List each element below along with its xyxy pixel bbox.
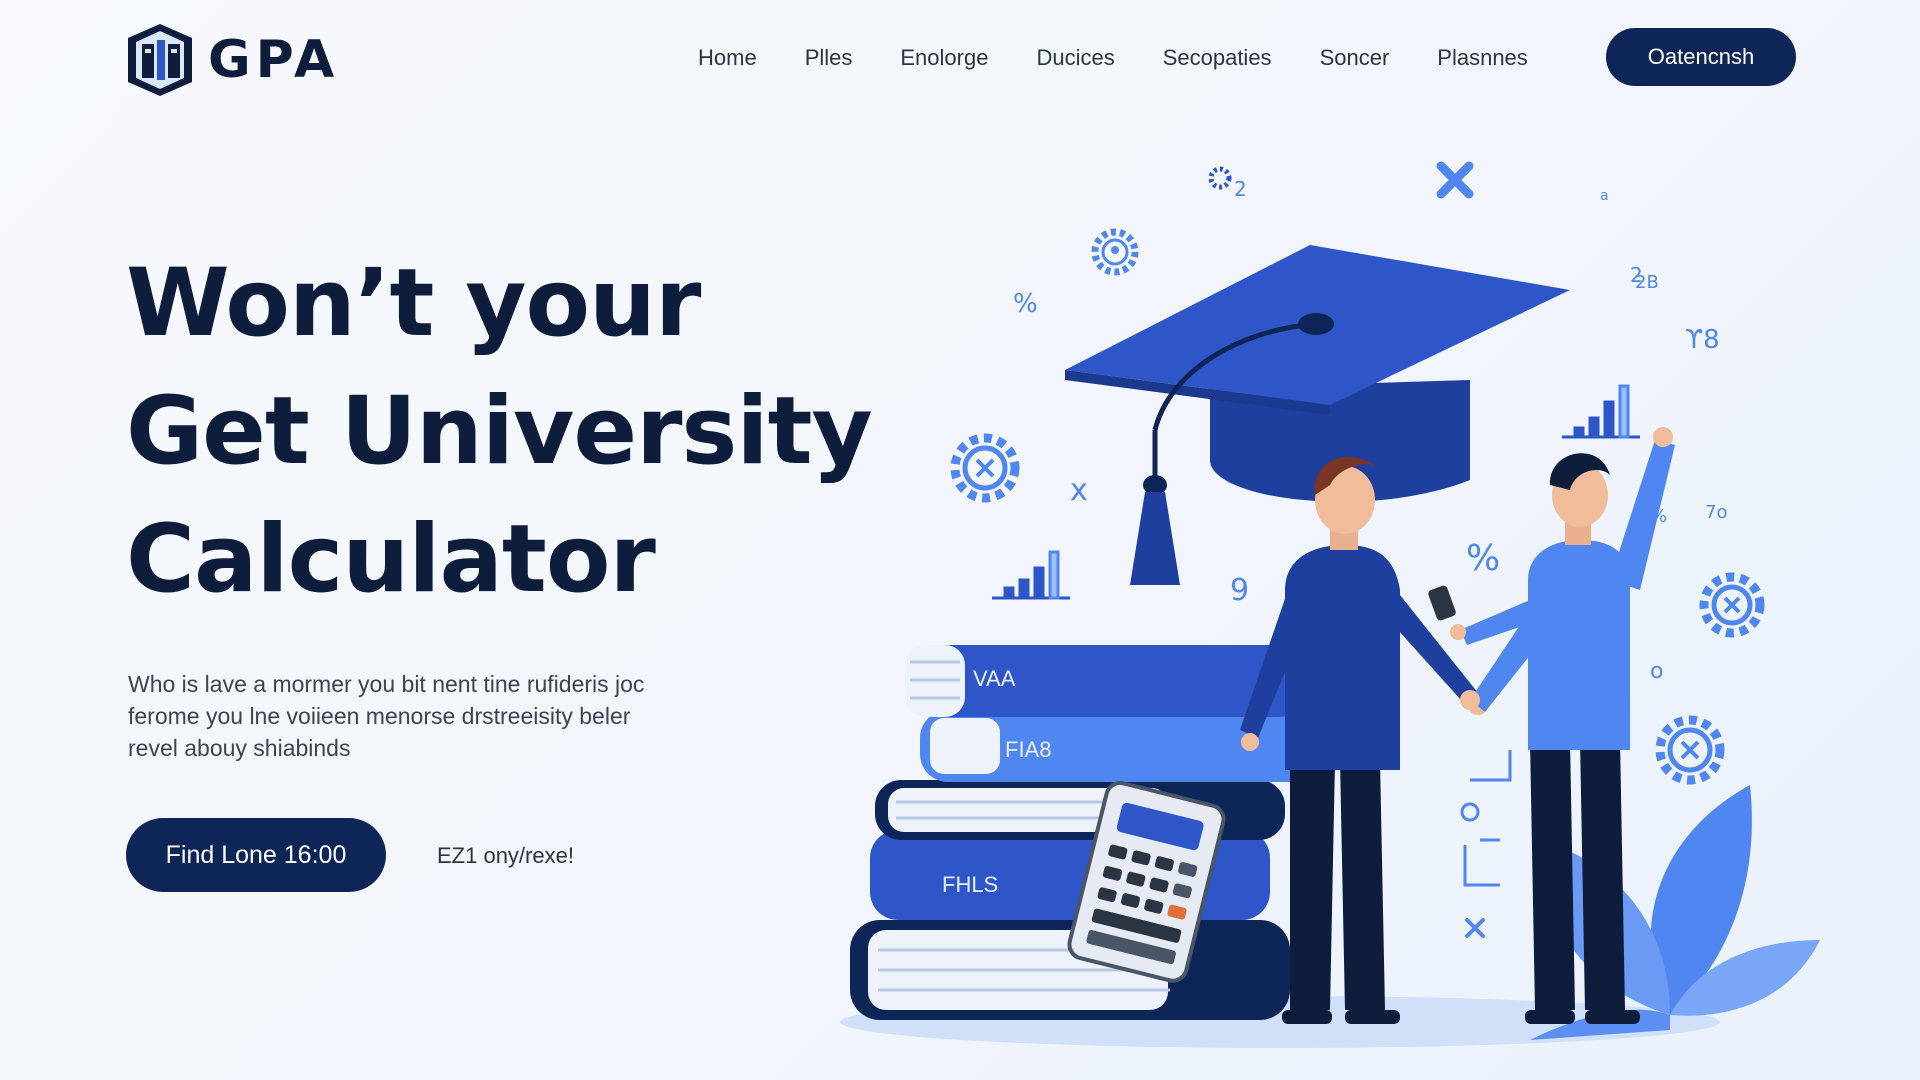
nav-item-ducices[interactable]: Ducices xyxy=(1036,45,1114,71)
book-label: FIA8 xyxy=(1005,737,1051,762)
gear-icon xyxy=(950,433,1020,503)
nav-item-enolorge[interactable]: Enolorge xyxy=(900,45,988,71)
hero-title-line: Won’t your xyxy=(126,249,701,358)
floating-symbol: 7o xyxy=(1705,502,1727,523)
floating-symbol: o xyxy=(1650,659,1663,684)
gear-icon xyxy=(1655,715,1725,785)
book-label: VAA xyxy=(973,666,1016,691)
book-label: FHLS xyxy=(942,872,998,897)
book-stack-illustration: FHLS FIA8 VAA xyxy=(850,645,1320,1020)
floating-symbol: 2 xyxy=(1234,177,1247,201)
floating-symbol: 2B xyxy=(1635,272,1659,293)
bar-chart-icon xyxy=(992,550,1070,600)
circuit-icon xyxy=(1460,750,1512,887)
find-button[interactable]: Find Lone 16:00 xyxy=(126,818,386,892)
floating-symbol: % xyxy=(1650,506,1667,527)
brand-name: GPA xyxy=(208,30,340,90)
floating-symbol: % xyxy=(1013,289,1038,319)
floating-symbol: ϒ8 xyxy=(1685,325,1720,355)
hero-title-line: Get University xyxy=(126,377,873,486)
gear-icon xyxy=(1699,572,1765,638)
gear-icon xyxy=(1208,166,1232,190)
site-header: GPA Home Plles Enolorge Ducices Secopati… xyxy=(0,0,1920,116)
close-icon xyxy=(1436,161,1474,199)
hero-illustration: FHLS FIA8 VAA 2 % % 2 x % 9 2B a ϒ8 7o o xyxy=(770,140,1830,1070)
graduation-cap-illustration xyxy=(1065,245,1570,585)
nav-item-home[interactable]: Home xyxy=(698,45,757,71)
floating-symbol: 9 xyxy=(1230,573,1249,608)
main-nav: Home Plles Enolorge Ducices Secopaties S… xyxy=(698,40,1576,76)
nav-item-soncer[interactable]: Soncer xyxy=(1320,45,1390,71)
hero-description-line: Who is lave a mormer you bit nent tine r… xyxy=(128,671,645,697)
nav-item-plles[interactable]: Plles xyxy=(805,45,853,71)
bar-chart-icon xyxy=(1562,384,1640,439)
gear-icon xyxy=(1091,228,1139,276)
floating-symbol: x xyxy=(1070,473,1088,508)
hero-description-line: revel abouy shiabinds xyxy=(128,735,351,761)
close-icon xyxy=(1465,918,1485,938)
brand-logo[interactable]: GPA xyxy=(126,22,339,98)
nav-item-secopaties[interactable]: Secopaties xyxy=(1163,45,1272,71)
hero-description: Who is lave a mormer you bit nent tine r… xyxy=(128,668,748,764)
secondary-link[interactable]: EZ1 ony/rexe! xyxy=(437,843,574,869)
floating-symbol: a xyxy=(1600,188,1609,204)
floating-symbol: % xyxy=(1466,538,1500,579)
hero-title: Won’t your Get University Calculator xyxy=(126,240,873,624)
hero-title-line: Calculator xyxy=(126,505,656,614)
header-cta-button[interactable]: Oatencnsh xyxy=(1606,28,1796,86)
hero-description-line: ferome you lne voiieen menorse drstreeis… xyxy=(128,703,631,729)
nav-item-plasnnes[interactable]: Plasnnes xyxy=(1437,45,1528,71)
logo-book-icon xyxy=(128,24,192,96)
